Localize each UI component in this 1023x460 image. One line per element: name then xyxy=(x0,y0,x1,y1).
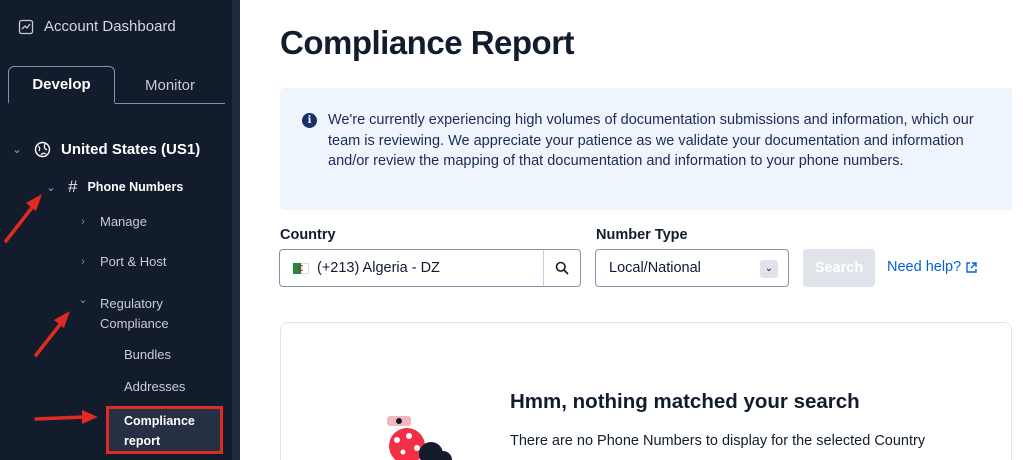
tab-monitor[interactable]: Monitor xyxy=(115,66,225,104)
algeria-flag-icon xyxy=(293,262,309,274)
info-icon: i xyxy=(302,113,317,128)
region-selector[interactable]: ⌄ United States (US1) xyxy=(10,141,200,158)
regulatory-line-2: Compliance xyxy=(100,316,169,331)
notice-text: We're currently experiencing high volume… xyxy=(328,112,974,169)
hash-icon: # xyxy=(68,177,78,196)
sidebar-item-compliance-report[interactable]: Compliance report xyxy=(106,406,223,454)
search-button[interactable]: Search xyxy=(803,249,875,287)
account-dashboard-label: Account Dashboard xyxy=(44,18,176,35)
notice-banner: i We're currently experiencing high volu… xyxy=(280,88,1012,210)
empty-state-title: Hmm, nothing matched your search xyxy=(510,390,860,413)
regulatory-line-1: Regulatory xyxy=(100,296,163,311)
bundles-label: Bundles xyxy=(124,347,171,362)
sidebar-item-bundles[interactable]: Bundles xyxy=(124,347,171,362)
region-label: United States (US1) xyxy=(61,141,201,158)
account-dashboard-link[interactable]: Account Dashboard xyxy=(18,18,176,35)
sidebar: Account Dashboard Develop Monitor ⌄ Unit… xyxy=(0,0,232,460)
sidebar-item-regulatory-compliance[interactable]: ⌄ Regulatory Compliance xyxy=(76,294,169,334)
empty-state-illustration xyxy=(387,416,452,460)
sidebar-item-addresses[interactable]: Addresses xyxy=(124,379,185,394)
sidebar-tabs: Develop Monitor xyxy=(8,66,225,104)
country-search-button[interactable] xyxy=(543,250,580,286)
chevron-down-icon: ⌄ xyxy=(12,144,22,156)
manage-label: Manage xyxy=(100,214,147,229)
need-help-label: Need help? xyxy=(887,259,962,275)
dashboard-icon xyxy=(18,19,34,34)
empty-state-card: Hmm, nothing matched your search There a… xyxy=(280,322,1012,460)
compliance-report-line-1: Compliance xyxy=(124,414,195,428)
sidebar-item-port-host[interactable]: › Port & Host xyxy=(76,254,166,269)
search-icon xyxy=(555,261,569,275)
chevron-right-icon: › xyxy=(81,215,85,228)
chevron-down-icon: ⌄ xyxy=(46,181,56,194)
regulatory-compliance-label: Regulatory Compliance xyxy=(100,294,169,334)
need-help-link[interactable]: Need help? xyxy=(887,259,978,275)
chevron-right-icon: › xyxy=(81,255,85,268)
sidebar-item-phone-numbers[interactable]: ⌄ # Phone Numbers xyxy=(44,177,183,197)
country-value: (+213) Algeria - DZ xyxy=(317,260,440,276)
sidebar-item-manage[interactable]: › Manage xyxy=(76,214,147,229)
empty-state-description: There are no Phone Numbers to display fo… xyxy=(510,433,926,449)
globe-icon xyxy=(34,141,51,158)
number-type-value: Local/National xyxy=(609,260,701,276)
chevron-down-icon: ⌄ xyxy=(78,294,88,306)
external-link-icon xyxy=(966,261,977,273)
addresses-label: Addresses xyxy=(124,379,186,394)
number-type-select[interactable]: Local/National ⌄ xyxy=(595,249,789,287)
tab-develop[interactable]: Develop xyxy=(8,66,115,104)
country-combobox[interactable]: (+213) Algeria - DZ xyxy=(279,249,581,287)
page-title: Compliance Report xyxy=(280,24,575,61)
compliance-report-line-2: report xyxy=(124,434,161,448)
country-label: Country xyxy=(280,227,336,243)
sidebar-scrollbar[interactable] xyxy=(232,0,240,460)
number-type-label: Number Type xyxy=(596,227,688,243)
phone-numbers-label: Phone Numbers xyxy=(87,180,184,194)
main-content: Compliance Report i We're currently expe… xyxy=(240,0,1023,460)
port-host-label: Port & Host xyxy=(100,254,167,269)
chevron-down-icon: ⌄ xyxy=(760,260,778,278)
